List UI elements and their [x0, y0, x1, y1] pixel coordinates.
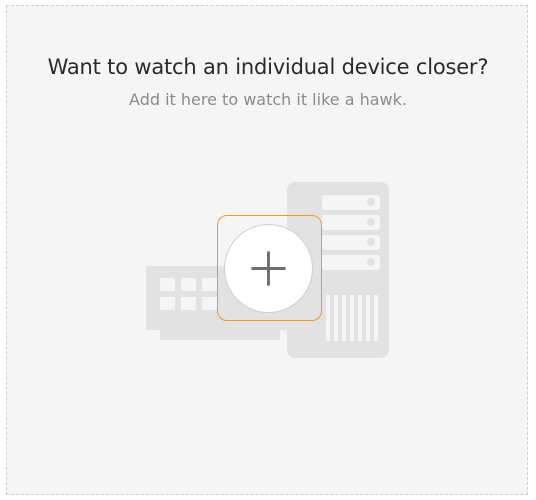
empty-state-subtitle: Add it here to watch it like a hawk. [129, 90, 407, 109]
plus-icon [251, 251, 286, 286]
add-device-circle[interactable] [224, 224, 313, 313]
empty-state-title: Want to watch an individual device close… [47, 55, 489, 79]
add-device-button[interactable] [217, 215, 322, 321]
